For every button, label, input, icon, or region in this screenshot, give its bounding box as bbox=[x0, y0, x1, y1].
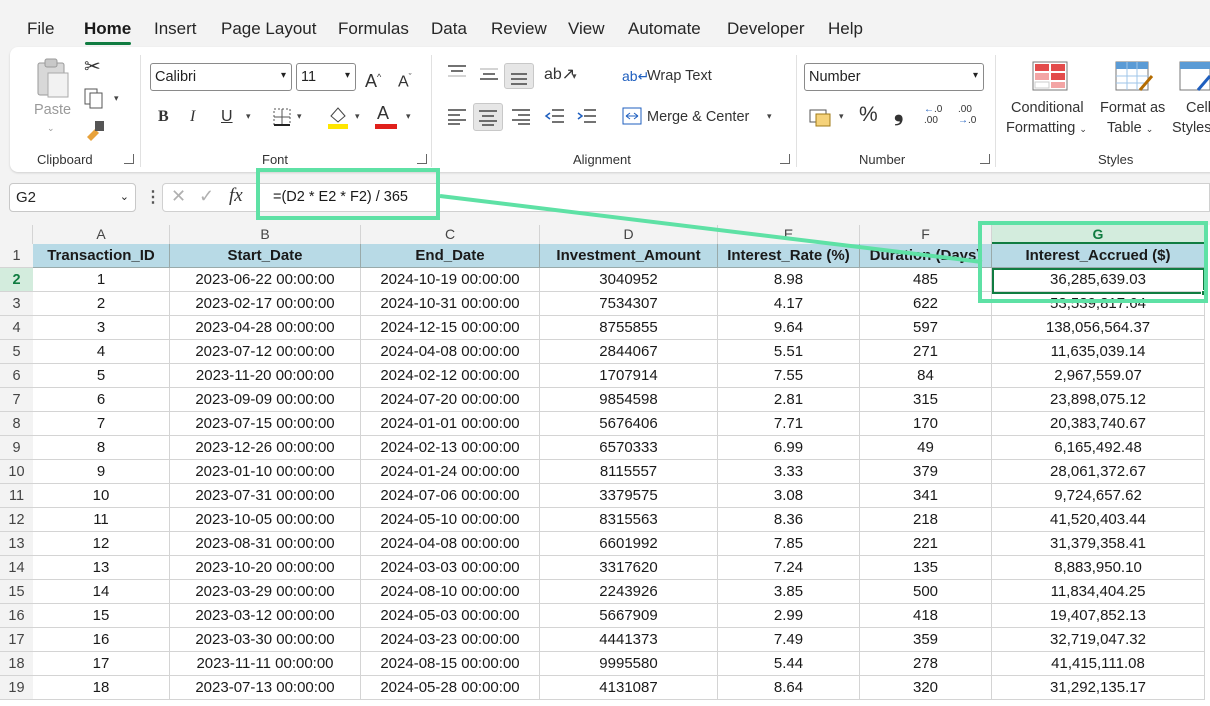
excel-window: File Home Insert Page Layout Formulas Da… bbox=[0, 0, 1210, 706]
result-highlight-box bbox=[978, 221, 1208, 303]
annotation-arrow bbox=[439, 194, 983, 264]
formula-highlight-box bbox=[256, 168, 440, 220]
annotation-overlay bbox=[256, 168, 1208, 303]
